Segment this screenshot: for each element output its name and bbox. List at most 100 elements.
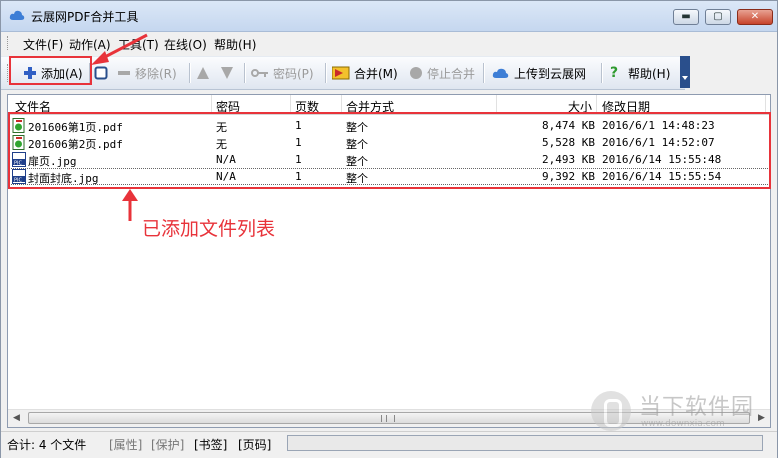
pdf-file-icon [12,135,25,150]
file-name: 201606第1页.pdf [28,121,123,134]
scroll-left-icon[interactable]: ◀ [8,410,25,427]
status-properties[interactable]: [属性] [109,436,142,453]
watermark: 当下软件园 www.downxia.com [591,389,771,437]
table-row[interactable]: 201606第1页.pdf 无 1 整个 8,474 KB 2016/6/1 1… [8,117,770,134]
triangle-down-icon [221,67,233,79]
status-bookmark[interactable]: [书签] [194,436,227,453]
file-pages: 1 [295,119,302,132]
column-header-password[interactable]: 密码 [216,98,240,115]
file-merge-mode: 整个 [346,172,368,185]
add-button[interactable]: 添加(A) [23,63,83,83]
toolbar-separator [601,63,603,83]
column-header-pages[interactable]: 页数 [295,98,319,115]
upload-button-label: 上传到云展网 [514,66,587,81]
upload-button[interactable]: 上传到云展网 [492,63,586,83]
title-bar: 云展网PDF合并工具 ▬ ▢ ✕ [1,1,777,32]
table-row[interactable]: PIC 扉页.jpg N/A 1 整个 2,493 KB 2016/6/14 1… [8,151,770,168]
file-size: 9,392 KB [542,170,595,183]
close-icon: ✕ [750,11,760,22]
maximize-icon: ▢ [713,11,723,22]
svg-text:PIC: PIC [14,178,22,184]
file-size: 2,493 KB [542,153,595,166]
table-row[interactable]: 201606第2页.pdf 无 1 整个 5,528 KB 2016/6/1 1… [8,134,770,151]
file-password: 无 [216,138,227,151]
help-button[interactable]: ? 帮助(H) [610,63,670,83]
close-button[interactable]: ✕ [737,9,773,25]
file-size: 8,474 KB [542,119,595,132]
status-protect[interactable]: [保护] [151,436,184,453]
file-modified: 2016/6/1 14:48:23 [602,119,715,132]
scrollbar-grip [381,415,395,422]
image-file-icon: PIC [12,169,26,184]
column-divider[interactable] [496,95,497,114]
password-button[interactable]: 密码(P) [251,63,314,83]
pdf-file-icon [12,118,25,133]
menu-online[interactable]: 在线(O) [164,36,207,53]
file-merge-mode: 整个 [346,121,368,134]
stop-merge-button[interactable]: 停止合并 [409,63,475,83]
cloud-icon [492,68,509,78]
column-header-modified[interactable]: 修改日期 [602,98,650,115]
menubar-grip [7,36,11,50]
main-window: 云展网PDF合并工具 ▬ ▢ ✕ 文件(F) 动作(A) 工具(T) 在线(O)… [0,0,778,458]
move-down-button[interactable] [220,63,238,83]
column-divider[interactable] [596,95,597,114]
file-modified: 2016/6/14 15:55:54 [602,170,722,183]
add-button-label: 添加(A) [41,66,83,81]
watermark-title: 当下软件园 [639,395,755,420]
cloud-icon [9,10,25,20]
key-icon [251,69,268,77]
maximize-button[interactable]: ▢ [705,9,731,25]
annotation-label: 已添加文件列表 [142,218,276,240]
toolbar-separator [483,63,485,83]
toolbar-separator [244,63,246,83]
column-header-merge-mode[interactable]: 合并方式 [346,98,394,115]
merge-button[interactable]: 合并(M) [332,63,398,83]
watermark-logo-icon [591,391,631,431]
merge-button-label: 合并(M) [354,66,398,81]
toolbar-overflow-button[interactable] [680,56,690,88]
column-divider[interactable] [765,95,766,114]
column-divider[interactable] [211,95,212,114]
file-merge-mode: 整个 [346,138,368,151]
minimize-button[interactable]: ▬ [673,9,699,25]
file-pages: 1 [295,170,302,183]
column-divider[interactable] [341,95,342,114]
password-button-label: 密码(P) [273,66,314,81]
status-bar: 合计: 4 个文件 [属性] [保护] [书签] [页码] [1,431,777,458]
toolbar-separator [325,63,327,83]
file-merge-mode: 整个 [346,155,368,168]
table-row-focused[interactable]: PIC 封面封底.jpg N/A 1 整个 9,392 KB 2016/6/14… [8,168,770,185]
list-header: 文件名 密码 页数 合并方式 大小 修改日期 [8,95,770,115]
move-up-button[interactable] [196,63,214,83]
file-modified: 2016/6/14 15:55:48 [602,153,722,166]
file-name: 201606第2页.pdf [28,138,123,151]
merge-icon [332,66,350,80]
menu-help[interactable]: 帮助(H) [214,36,256,53]
file-pages: 1 [295,153,302,166]
plus-icon [24,67,36,79]
help-button-label: 帮助(H) [628,66,671,81]
triangle-up-icon [197,67,209,79]
stop-icon [410,67,422,79]
column-divider[interactable] [290,95,291,114]
file-password: N/A [216,170,236,183]
image-file-icon: PIC [12,152,26,167]
help-icon: ? [610,65,619,81]
column-header-filename[interactable]: 文件名 [15,98,51,115]
file-pages: 1 [295,136,302,149]
progress-bar [287,435,763,451]
file-password: N/A [216,153,236,166]
column-header-size[interactable]: 大小 [568,98,592,115]
window-title: 云展网PDF合并工具 [31,10,139,24]
file-size: 5,528 KB [542,136,595,149]
toolbar-grip [7,64,11,82]
minimize-icon: ▬ [681,11,691,22]
status-pagecode[interactable]: [页码] [238,436,271,453]
svg-text:PIC: PIC [14,161,22,167]
highlight-arrow [91,33,148,65]
file-password: 无 [216,121,227,134]
file-list[interactable]: 文件名 密码 页数 合并方式 大小 修改日期 201606第1页.pdf 无 1… [7,94,771,428]
menu-file[interactable]: 文件(F) [23,36,63,53]
stop-merge-button-label: 停止合并 [427,66,476,81]
